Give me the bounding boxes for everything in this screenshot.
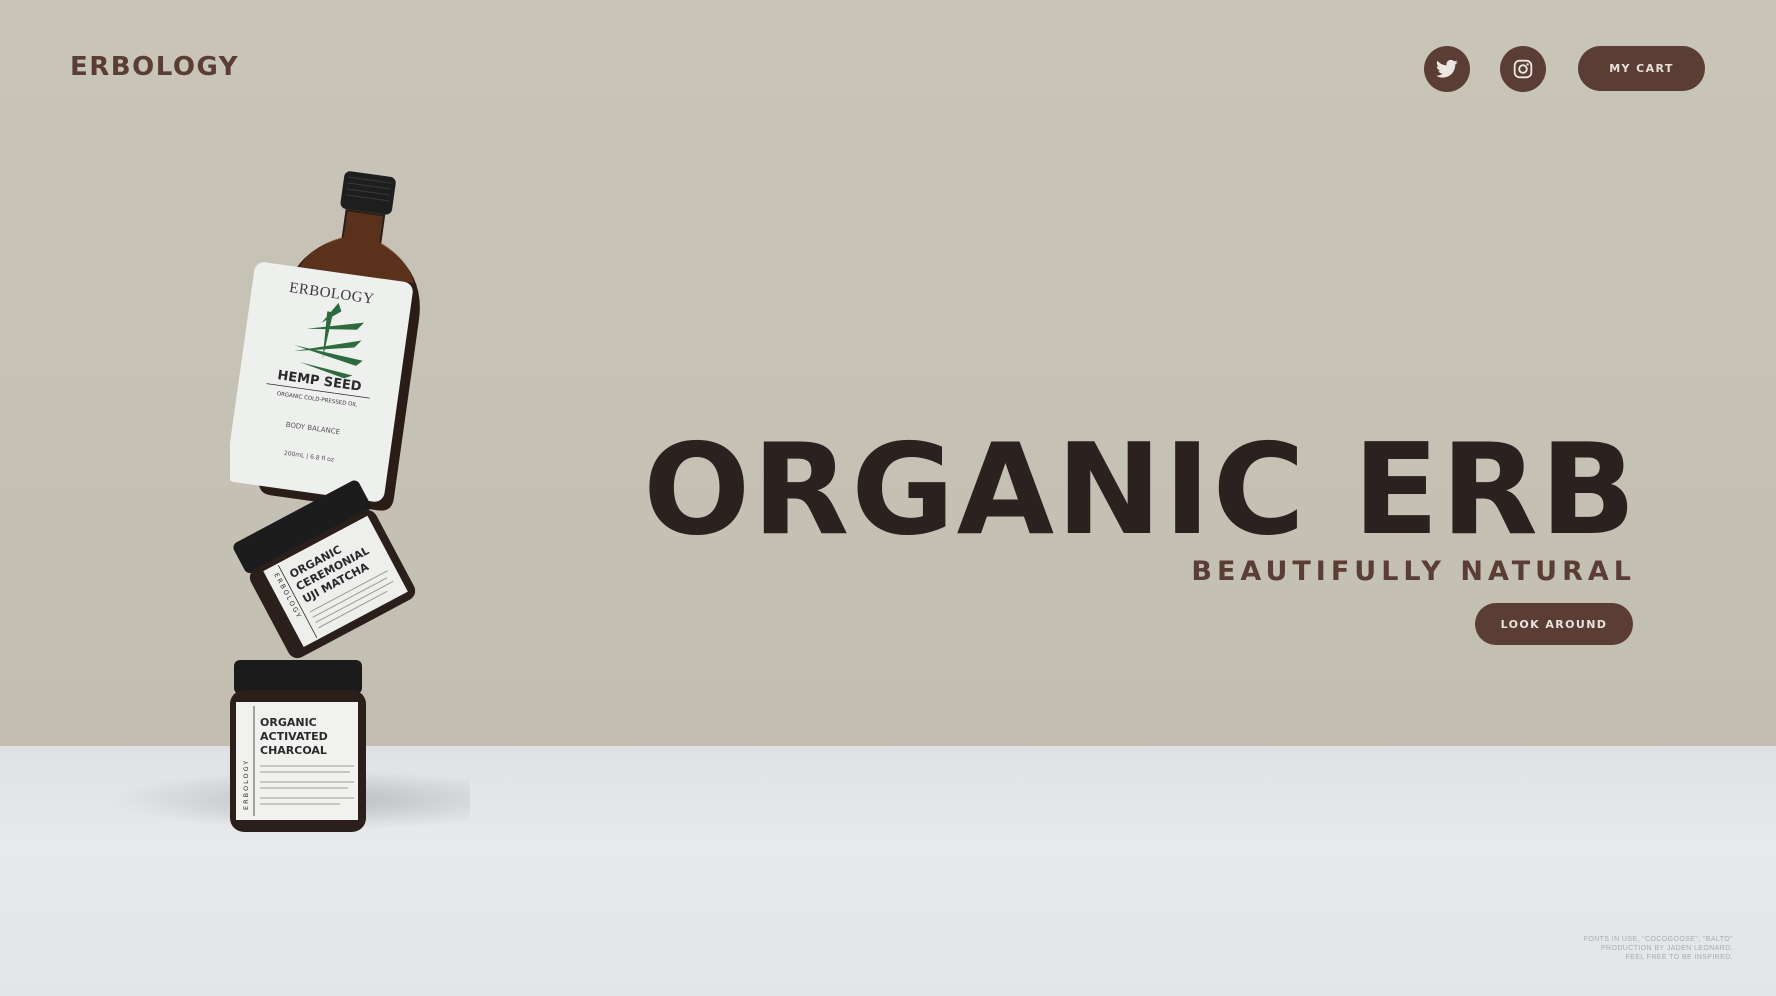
charcoal-brand: ERBOLOGY — [242, 759, 250, 810]
hero-title: ORGANIC ERB — [643, 416, 1638, 563]
font-credits: FONTS IN USE, "COCOGOOSE", "BALTO" PRODU… — [1584, 935, 1733, 962]
hemp-seed-bottle: ERBOLOGY HEMP SEED ORGANIC COLD-PRESSED … — [230, 171, 420, 511]
charcoal-line-2: ACTIVATED — [260, 730, 328, 743]
instagram-button[interactable] — [1500, 46, 1546, 92]
product-stack-image: ERBOLOGY HEMP SEED ORGANIC COLD-PRESSED … — [230, 171, 420, 832]
instagram-icon — [1513, 59, 1533, 79]
charcoal-line-3: CHARCOAL — [260, 744, 327, 757]
my-cart-button[interactable]: MY CART — [1578, 46, 1705, 91]
credit-line: FONTS IN USE, "COCOGOOSE", "BALTO" — [1583, 936, 1733, 943]
twitter-button[interactable] — [1424, 46, 1470, 92]
brand-logo[interactable]: ERBOLOGY — [70, 52, 239, 82]
charcoal-jar: ORGANIC ACTIVATED CHARCOAL ERBOLOGY — [230, 660, 366, 832]
hero-subtitle: BEAUTIFULLY NATURAL — [1191, 556, 1636, 587]
look-around-button[interactable]: LOOK AROUND — [1475, 603, 1633, 645]
credit-line: FEEL FREE TO BE INSPIRED. — [1625, 954, 1733, 961]
charcoal-line-1: ORGANIC — [260, 716, 317, 729]
twitter-icon — [1436, 59, 1458, 78]
credit-line: PRODUCTION BY JADEN LEONARD. — [1600, 945, 1733, 952]
